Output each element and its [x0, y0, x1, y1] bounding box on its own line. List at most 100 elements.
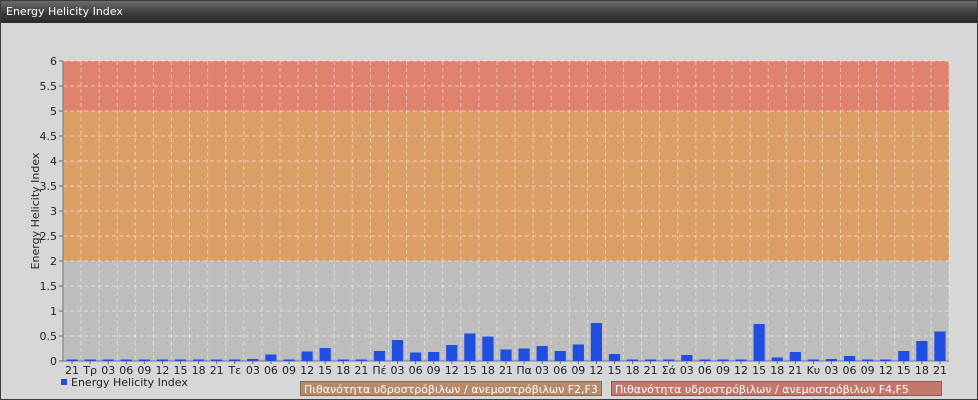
bar-47 [916, 341, 928, 361]
bar-10 [247, 359, 259, 361]
y-tick-label-3: 1.5 [40, 280, 58, 293]
bar-7 [193, 359, 205, 361]
x-tick-label-17: Πέ [372, 364, 386, 377]
x-tick-label-12: 09 [282, 364, 296, 377]
bar-14 [319, 348, 331, 361]
bar-42 [825, 359, 838, 361]
x-tick-label-29: 12 [589, 364, 603, 377]
x-tick-label-7: 18 [192, 364, 206, 377]
x-tick-label-19: 06 [409, 364, 423, 377]
bar-48 [934, 331, 946, 361]
bar-21 [446, 345, 458, 361]
bar-1 [84, 359, 96, 361]
bar-44 [862, 359, 874, 361]
x-tick-label-9: Τε [227, 364, 241, 377]
bar-11 [265, 354, 277, 361]
legend-series-swatch [61, 379, 67, 385]
y-axis-title: Energy Helicity Index [29, 152, 42, 269]
bar-8 [211, 359, 223, 361]
x-tick-label-30: 15 [607, 364, 621, 377]
y-tick-label-7: 3.5 [40, 180, 58, 193]
x-tick-label-15: 18 [336, 364, 350, 377]
bar-3 [120, 359, 132, 361]
bar-31 [626, 359, 639, 361]
x-tick-label-20: 09 [427, 364, 441, 377]
x-tick-label-33: Σά [662, 364, 676, 377]
y-tick-label-0: 0 [50, 355, 57, 368]
legend-series-label: Energy Helicity Index [71, 376, 188, 389]
bar-17 [373, 351, 386, 361]
bar-34 [681, 355, 693, 361]
bar-32 [645, 359, 657, 361]
x-tick-label-34: 03 [680, 364, 694, 377]
bar-36 [717, 359, 729, 361]
bar-33 [663, 359, 675, 361]
bar-15 [337, 359, 349, 361]
x-tick-label-16: 21 [354, 364, 368, 377]
x-tick-label-45: 12 [879, 364, 893, 377]
x-tick-label-46: 15 [897, 364, 911, 377]
bar-29 [590, 323, 603, 361]
x-tick-label-18: 03 [391, 364, 405, 377]
bar-20 [428, 352, 440, 361]
x-tick-label-43: 06 [843, 364, 857, 377]
y-tick-label-5: 2.5 [40, 230, 58, 243]
y-tick-label-1: 0.5 [40, 330, 58, 343]
bar-46 [898, 351, 910, 361]
x-tick-label-28: 09 [571, 364, 585, 377]
bar-6 [174, 359, 187, 361]
bar-27 [554, 351, 566, 361]
bar-35 [699, 359, 711, 361]
y-tick-label-11: 5.5 [40, 80, 58, 93]
x-tick-label-25: Πα [516, 364, 532, 377]
bar-45 [880, 359, 892, 361]
y-tick-label-10: 5 [50, 105, 57, 118]
bar-5 [156, 359, 169, 361]
x-tick-label-37: 12 [734, 364, 748, 377]
x-tick-label-42: 03 [824, 364, 838, 377]
x-tick-label-41: Κυ [807, 364, 821, 377]
x-tick-label-38: 15 [752, 364, 766, 377]
bar-30 [608, 354, 621, 361]
x-tick-label-39: 18 [770, 364, 784, 377]
chart-area: 00.511.522.533.544.555.5621 Τρ 03 06 09 12 15 1… [29, 55, 950, 389]
bar-22 [464, 333, 476, 361]
bar-41 [807, 359, 819, 361]
legend-zone-f2f3: Πιθανότητα υδροστρόβιλων / ανεμοστρόβιλω… [300, 381, 602, 396]
x-tick-label-32: 21 [644, 364, 658, 377]
bar-25 [518, 348, 530, 361]
bar-26 [536, 346, 548, 361]
bar-37 [735, 359, 747, 361]
bar-43 [843, 356, 856, 361]
x-tick-label-35: 06 [698, 364, 712, 377]
legend-zone-f4f5: Πιθανότητα υδροστρόβιλων / ανεμοστρόβιλω… [611, 381, 942, 396]
y-tick-label-2: 1 [50, 305, 57, 318]
bar-39 [771, 357, 783, 361]
bar-23 [482, 336, 494, 361]
y-tick-label-4: 2 [50, 255, 57, 268]
x-tick-label-27: 06 [553, 364, 567, 377]
bar-2 [102, 359, 114, 361]
y-tick-label-9: 4.5 [40, 130, 58, 143]
x-tick-label-23: 18 [481, 364, 495, 377]
y-tick-label-12: 6 [50, 55, 57, 68]
x-tick-label-13: 12 [300, 364, 314, 377]
x-tick-label-31: 18 [626, 364, 640, 377]
x-tick-label-11: 06 [264, 364, 278, 377]
x-tick-label-14: 15 [318, 364, 332, 377]
x-tick-label-40: 21 [788, 364, 802, 377]
x-tick-label-8: 21 [210, 364, 224, 377]
y-tick-label-8: 4 [50, 155, 57, 168]
x-tick-label-24: 21 [499, 364, 513, 377]
x-tick-label-47: 18 [915, 364, 929, 377]
bar-38 [753, 324, 765, 361]
y-tick-label-6: 3 [50, 205, 57, 218]
bar-4 [138, 359, 150, 361]
window-title: Energy Helicity Index [1, 1, 977, 23]
bar-18 [391, 340, 404, 361]
x-tick-label-48: 21 [933, 364, 947, 377]
bar-28 [572, 344, 584, 361]
chart-window: Energy Helicity Index 0 0.5 1 1.5 2 2.5 3 3.5 4 4… [0, 0, 978, 400]
x-tick-label-44: 09 [861, 364, 875, 377]
bar-16 [355, 359, 367, 361]
